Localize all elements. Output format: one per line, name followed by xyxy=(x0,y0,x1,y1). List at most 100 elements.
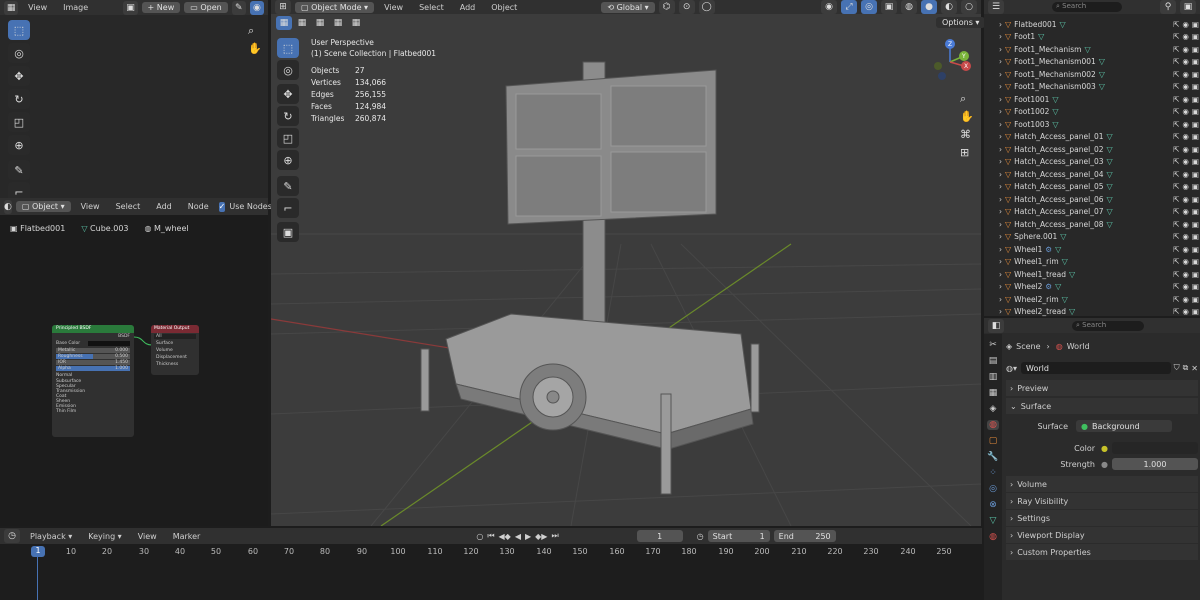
eye-icon[interactable]: ◉ xyxy=(1182,182,1189,191)
select-toggle-icon[interactable]: ⇱ xyxy=(1173,257,1179,266)
color-swatch[interactable] xyxy=(1111,442,1198,454)
select-toggle-icon[interactable]: ⇱ xyxy=(1173,157,1179,166)
eye-icon[interactable]: ◉ xyxy=(1182,170,1189,179)
outliner-item[interactable]: › ▽ Hatch_Access_panel_03 ▽ ⇱ ◉ ▣ xyxy=(984,156,1199,169)
gizmo-icon[interactable]: ⤢ xyxy=(841,0,857,14)
particles-tab-icon[interactable]: ⁘ xyxy=(989,468,997,478)
vp-zoom-icon[interactable]: ⌕ xyxy=(960,92,966,106)
outliner-editor-type-icon[interactable]: ☰ xyxy=(988,0,1004,14)
start-frame-field[interactable]: Start 1 xyxy=(707,530,770,542)
outliner-item[interactable]: › ▽ Hatch_Access_panel_06 ▽ ⇱ ◉ ▣ xyxy=(984,193,1199,206)
vp-grid-icon[interactable]: ⊞ xyxy=(960,146,969,159)
camera-icon[interactable]: ▣ xyxy=(1192,120,1199,129)
eye-icon[interactable]: ◉ xyxy=(1182,195,1189,204)
camera-icon[interactable]: ▣ xyxy=(1192,307,1199,316)
camera-icon[interactable]: ▣ xyxy=(1192,95,1199,104)
select-mode-icons[interactable]: ▦ ▦ ▦ ▦ ▦ xyxy=(276,16,364,30)
object-tab-icon[interactable]: ▢ xyxy=(989,436,998,446)
physics-tab-icon[interactable]: ◎ xyxy=(989,484,997,494)
eye-icon[interactable]: ◉ xyxy=(1182,107,1189,116)
outliner-item[interactable]: › ▽ Hatch_Access_panel_04 ▽ ⇱ ◉ ▣ xyxy=(984,168,1199,181)
select-toggle-icon[interactable]: ⇱ xyxy=(1173,282,1179,291)
select-toggle-icon[interactable]: ⇱ xyxy=(1173,107,1179,116)
unlink-icon[interactable]: ✕ xyxy=(1191,364,1198,373)
outliner-search-field[interactable]: ⌕ Search xyxy=(1052,2,1122,12)
select-toggle-icon[interactable]: ⇱ xyxy=(1173,220,1179,229)
camera-icon[interactable]: ▣ xyxy=(1192,232,1199,241)
eye-icon[interactable]: ◉ xyxy=(1182,220,1189,229)
end-frame-field[interactable]: End 250 xyxy=(773,530,836,542)
xray-icon[interactable]: ▣ xyxy=(881,0,897,14)
viewport-editor-type-icon[interactable]: ⊞ xyxy=(275,0,291,14)
shading-material-icon[interactable]: ◐ xyxy=(941,0,957,14)
shading-rendered-icon[interactable]: ○ xyxy=(961,0,977,14)
world-tab-icon[interactable]: ◍ xyxy=(987,420,999,430)
eye-icon[interactable]: ◉ xyxy=(1182,232,1189,241)
camera-icon[interactable]: ▣ xyxy=(1192,270,1199,279)
current-frame-field[interactable]: 1 xyxy=(636,530,683,542)
output-tab-icon[interactable]: ▥ xyxy=(989,372,998,382)
vp-tool-select[interactable]: ⬚ xyxy=(277,38,299,58)
mode-dropdown[interactable]: ▢ Object Mode ▾ xyxy=(295,1,375,13)
camera-icon[interactable]: ▣ xyxy=(1192,195,1199,204)
select-invert-icon[interactable]: ▦ xyxy=(330,16,346,30)
camera-icon[interactable]: ▣ xyxy=(1192,82,1199,91)
scene-tab-icon[interactable]: ◈ xyxy=(990,404,997,414)
outliner-item[interactable]: › ▽ Wheel2_tread ▽ ⇱ ◉ ▣ xyxy=(984,306,1199,319)
play-reverse-icon[interactable]: ◀ xyxy=(515,532,521,541)
modifier-tab-icon[interactable]: 🔧 xyxy=(987,452,998,462)
eye-icon[interactable]: ◉ xyxy=(1182,245,1189,254)
snap-icon[interactable]: ⊙ xyxy=(678,0,695,14)
constraints-tab-icon[interactable]: ⊗ xyxy=(989,500,997,510)
properties-editor-type-icon[interactable]: ◧ xyxy=(988,318,1004,333)
world-selector[interactable]: ◍▾ World ⛉ ⧉ ✕ xyxy=(1006,360,1198,376)
viewport-menu-select[interactable]: Select xyxy=(413,3,450,12)
proportional-icon[interactable]: ◯ xyxy=(698,0,715,14)
pivot-icon[interactable]: ⌬ xyxy=(658,0,675,14)
filter-icon[interactable]: ⚲ xyxy=(1160,0,1176,14)
color-socket-icon[interactable]: ● xyxy=(1101,444,1108,453)
camera-icon[interactable]: ▣ xyxy=(1192,32,1199,41)
outliner-item[interactable]: › ▽ Hatch_Access_panel_02 ▽ ⇱ ◉ ▣ xyxy=(984,143,1199,156)
view-layer-tab-icon[interactable]: ▦ xyxy=(989,388,998,398)
camera-icon[interactable]: ▣ xyxy=(1192,282,1199,291)
vp-tool-transform[interactable]: ⊕ xyxy=(277,150,299,170)
camera-icon[interactable]: ▣ xyxy=(1192,57,1199,66)
outliner-item[interactable]: › ▽ Foot1_Mechanism001 ▽ ⇱ ◉ ▣ xyxy=(984,56,1199,69)
jump-start-icon[interactable]: ⏮ xyxy=(487,531,494,541)
eye-icon[interactable]: ◉ xyxy=(1182,157,1189,166)
strength-field[interactable]: 1.000 xyxy=(1111,458,1198,470)
select-intersect-icon[interactable]: ▦ xyxy=(348,16,364,30)
select-toggle-icon[interactable]: ⇱ xyxy=(1173,45,1179,54)
properties-search-field[interactable]: ⌕ Search xyxy=(1072,320,1144,331)
eye-icon[interactable]: ◉ xyxy=(1182,82,1189,91)
select-toggle-icon[interactable]: ⇱ xyxy=(1173,57,1179,66)
eye-icon[interactable]: ◉ xyxy=(1182,32,1189,41)
select-toggle-icon[interactable]: ⇱ xyxy=(1173,207,1179,216)
world-browse-icon[interactable]: ◍▾ xyxy=(1006,364,1017,373)
select-toggle-icon[interactable]: ⇱ xyxy=(1173,307,1179,316)
eye-icon[interactable]: ◉ xyxy=(1182,132,1189,141)
outliner-item[interactable]: › ▽ Wheel1 ⚙ ▽ ⇱ ◉ ▣ xyxy=(984,243,1199,256)
camera-icon[interactable]: ▣ xyxy=(1192,295,1199,304)
new-collection-icon[interactable]: ▣ xyxy=(1180,0,1196,14)
camera-icon[interactable]: ▣ xyxy=(1192,170,1199,179)
world-name-field[interactable]: World xyxy=(1021,362,1171,374)
select-toggle-icon[interactable]: ⇱ xyxy=(1173,32,1179,41)
timeline-menu-keying[interactable]: Keying ▾ xyxy=(82,532,127,541)
outliner-item[interactable]: › ▽ Hatch_Access_panel_05 ▽ ⇱ ◉ ▣ xyxy=(984,181,1199,194)
outliner-item[interactable]: › ▽ Sphere.001 ▽ ⇱ ◉ ▣ xyxy=(984,231,1199,244)
viewport-menu-add[interactable]: Add xyxy=(454,3,482,12)
select-toggle-icon[interactable]: ⇱ xyxy=(1173,295,1179,304)
shading-solid-icon[interactable]: ● xyxy=(921,0,937,14)
navigation-gizmo[interactable]: Z Y X xyxy=(928,36,976,84)
surface-shader-field[interactable]: ● Background xyxy=(1076,420,1172,432)
eye-icon[interactable]: ◉ xyxy=(1182,95,1189,104)
outliner-item[interactable]: › ▽ Hatch_Access_panel_07 ▽ ⇱ ◉ ▣ xyxy=(984,206,1199,219)
outliner-item[interactable]: › ▽ Foot1_Mechanism003 ▽ ⇱ ◉ ▣ xyxy=(984,81,1199,94)
select-toggle-icon[interactable]: ⇱ xyxy=(1173,145,1179,154)
outliner-item[interactable]: › ▽ Foot1003 ▽ ⇱ ◉ ▣ xyxy=(984,118,1199,131)
eye-icon[interactable]: ◉ xyxy=(1182,120,1189,129)
material-output-node[interactable]: Material Output All Surface Volume Displ… xyxy=(151,325,199,375)
eye-icon[interactable]: ◉ xyxy=(1182,207,1189,216)
